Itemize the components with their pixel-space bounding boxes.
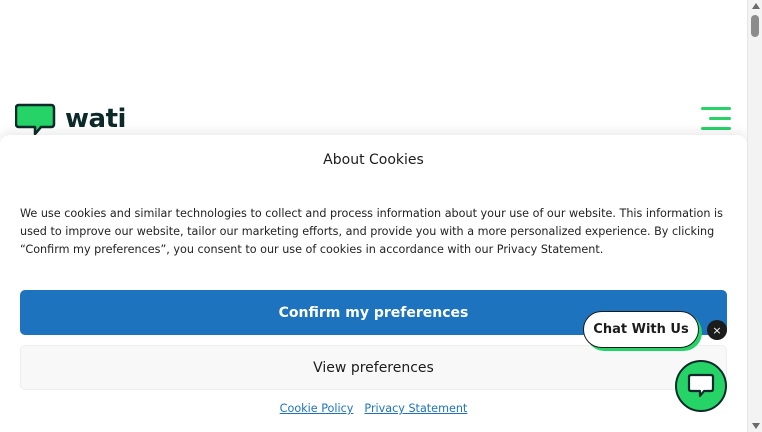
chat-icon <box>687 373 715 398</box>
logo-wordmark: wati <box>65 104 126 134</box>
scroll-thumb[interactable] <box>751 15 759 37</box>
chat-with-us-bubble[interactable]: Chat With Us <box>583 311 699 348</box>
scroll-up-arrow-icon[interactable] <box>752 3 760 9</box>
cookie-links: Cookie Policy Privacy Statement <box>0 402 747 415</box>
privacy-statement-link[interactable]: Privacy Statement <box>364 402 467 415</box>
chat-launcher-button[interactable] <box>675 360 727 412</box>
vertical-scrollbar[interactable] <box>747 0 762 432</box>
menu-line <box>701 107 731 110</box>
hamburger-menu-icon[interactable] <box>701 107 731 131</box>
page: wati About Cookies We use cookies and si… <box>0 0 762 432</box>
close-icon[interactable]: × <box>707 320 727 340</box>
scroll-down-arrow-icon[interactable] <box>752 423 760 429</box>
cookie-description: We use cookies and similar technologies … <box>20 207 723 256</box>
site-header: wati <box>0 96 747 136</box>
chat-bubble-logo-icon <box>14 102 57 136</box>
menu-line <box>701 127 731 130</box>
cookie-policy-link[interactable]: Cookie Policy <box>280 402 354 415</box>
menu-line <box>709 117 731 120</box>
cookie-consent-panel: About Cookies We use cookies and similar… <box>0 135 747 432</box>
logo[interactable]: wati <box>14 102 126 136</box>
cookie-title: About Cookies <box>323 152 424 168</box>
browser-viewport: wati About Cookies We use cookies and si… <box>0 0 747 432</box>
view-preferences-button[interactable]: View preferences <box>20 345 727 390</box>
